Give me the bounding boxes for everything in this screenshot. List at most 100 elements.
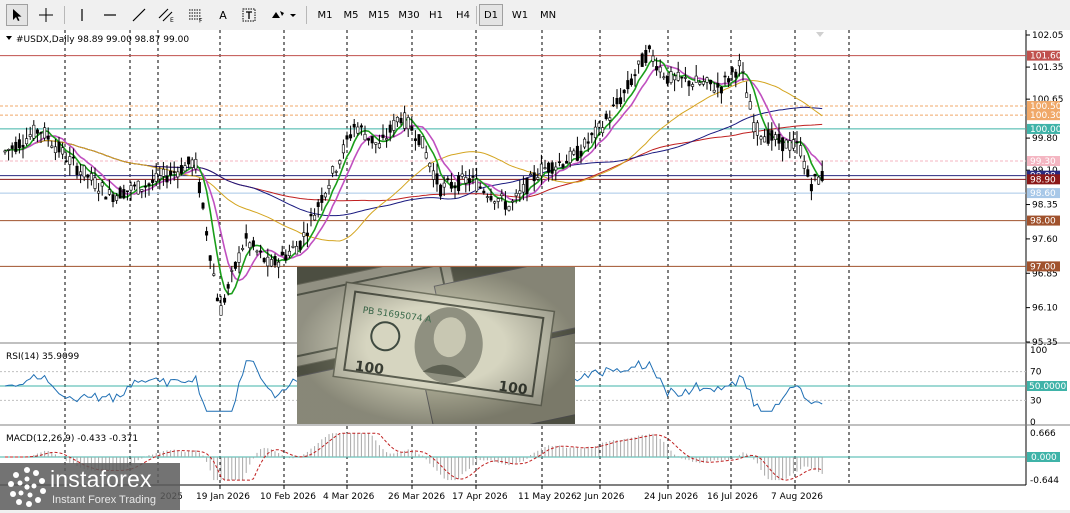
candle-body	[406, 117, 410, 130]
candle-body	[176, 171, 180, 178]
candle-body	[680, 76, 684, 79]
candle-body	[525, 178, 529, 195]
candle-body	[169, 170, 173, 176]
candle-body	[723, 75, 727, 78]
candle-body	[183, 165, 187, 172]
candle-body	[75, 165, 79, 175]
toolbar-separator	[306, 6, 307, 24]
tf-m5-button[interactable]: M5	[338, 4, 364, 26]
candle-body	[111, 194, 115, 202]
candle-body	[536, 177, 540, 180]
cursor-tool-button[interactable]	[6, 4, 28, 26]
candle-body	[39, 132, 43, 134]
trendline-tool-button[interactable]	[128, 4, 150, 26]
candle-body	[496, 198, 500, 202]
candle-body	[248, 242, 252, 249]
tf-m30-button[interactable]: M30	[394, 4, 424, 26]
candle-body	[637, 60, 641, 65]
candle-body	[280, 251, 284, 256]
candle-body	[442, 182, 446, 188]
candle-body	[482, 190, 486, 194]
horizontal-line-tool-button[interactable]	[98, 4, 122, 26]
macd-level-label: 0.000	[1031, 453, 1057, 463]
candle-body	[287, 250, 291, 257]
candle-body	[284, 254, 288, 261]
candle-body	[543, 167, 547, 169]
tf-h4-button[interactable]: H4	[450, 4, 476, 26]
candle-body	[655, 66, 659, 71]
candle-body	[356, 126, 360, 134]
horizontal-line-icon	[104, 14, 116, 16]
candle-body	[640, 53, 644, 67]
candle-body	[226, 284, 230, 289]
candle-body	[349, 134, 353, 139]
candle-body	[14, 141, 18, 152]
candle-body	[453, 185, 457, 189]
candle-body	[561, 164, 565, 168]
vertical-line-tool-button[interactable]	[72, 4, 92, 26]
candle-body	[291, 245, 295, 248]
candle-body	[493, 201, 497, 204]
candle-body	[259, 250, 263, 253]
candle-body	[133, 184, 137, 187]
candle-body	[766, 129, 770, 144]
candle-body	[651, 55, 655, 62]
tf-m1-button[interactable]: M1	[312, 4, 338, 26]
candle-body	[565, 161, 569, 164]
crosshair-tool-button[interactable]	[34, 4, 58, 26]
candle-body	[89, 173, 93, 181]
candle-body	[7, 149, 11, 151]
candle-body	[424, 152, 428, 159]
tf-h1-button[interactable]: H1	[424, 4, 448, 26]
candle-body	[532, 172, 536, 182]
candle-body	[277, 261, 281, 268]
candle-body	[755, 122, 759, 136]
candle-body	[518, 190, 522, 194]
candle-body	[705, 77, 709, 83]
candle-body	[187, 156, 191, 165]
candle-body	[687, 80, 691, 87]
candle-body	[93, 177, 97, 189]
symbol-menu-icon[interactable]	[6, 36, 12, 40]
text-label-tool-button[interactable]	[238, 4, 260, 26]
candle-body	[205, 231, 209, 236]
candle-body	[806, 169, 810, 177]
candle-body	[79, 171, 83, 175]
candle-body	[97, 190, 101, 194]
tf-d1-button[interactable]: D1	[479, 4, 503, 26]
candle-body	[194, 159, 198, 170]
candle-body	[327, 185, 331, 189]
candle-body	[17, 139, 21, 149]
shift-marker-icon[interactable]	[816, 32, 824, 37]
tf-m15-button[interactable]: M15	[364, 4, 394, 26]
candle-body	[464, 177, 468, 184]
text-tool-button[interactable]: A	[214, 4, 232, 26]
candle-body	[219, 305, 223, 316]
price-level-label: 100.00	[1030, 125, 1062, 135]
candle-body	[331, 166, 335, 174]
arrow-cursor-icon	[13, 9, 22, 21]
tf-mn-button[interactable]: MN	[535, 4, 561, 26]
candle-body	[575, 145, 579, 161]
candle-body	[435, 173, 439, 185]
price-level-label: 101.60	[1030, 52, 1062, 62]
candle-body	[179, 165, 183, 174]
candle-body	[514, 192, 518, 197]
candle-body	[388, 124, 392, 133]
dollar-banknotes-image: PB 51695074 A 100 100	[297, 267, 575, 424]
candle-body	[363, 133, 367, 141]
equidistant-channel-tool-button[interactable]: E	[156, 4, 178, 26]
candle-body	[644, 50, 648, 63]
candle-body	[410, 126, 414, 131]
rsi-label: RSI(14) 35.9099	[6, 352, 79, 362]
candle-body	[385, 138, 389, 141]
fibonacci-tool-button[interactable]: F	[184, 4, 208, 26]
tf-w1-button[interactable]: W1	[507, 4, 533, 26]
candle-body	[82, 165, 86, 178]
candle-body	[698, 82, 702, 85]
arrows-dropdown-button[interactable]	[266, 4, 300, 26]
candle-body	[154, 172, 158, 182]
candle-body	[71, 156, 75, 159]
candle-body	[712, 89, 716, 93]
svg-text:E: E	[170, 17, 174, 23]
